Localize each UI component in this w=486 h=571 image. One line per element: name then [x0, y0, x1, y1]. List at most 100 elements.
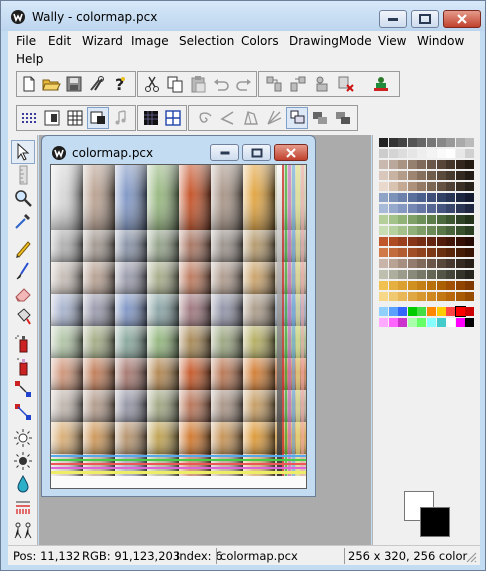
palette-swatch[interactable]	[446, 307, 456, 316]
palette-swatch[interactable]	[417, 171, 427, 180]
palette-swatch[interactable]	[417, 248, 427, 257]
palette-swatch[interactable]	[417, 193, 427, 202]
window-button[interactable]	[87, 107, 109, 129]
sun-tool[interactable]	[12, 427, 34, 449]
palette-swatch[interactable]	[465, 160, 475, 169]
foreground-color-swatch[interactable]	[420, 507, 450, 537]
palette-swatch[interactable]	[388, 171, 398, 180]
palette-swatch[interactable]	[436, 318, 446, 327]
palette-swatch[interactable]	[417, 149, 427, 158]
palette-swatch[interactable]	[465, 318, 475, 327]
palette-swatch[interactable]	[398, 281, 408, 290]
palette-swatch[interactable]	[388, 149, 398, 158]
tools-button[interactable]	[87, 74, 107, 94]
palette-swatch[interactable]	[446, 237, 456, 246]
palette-swatch[interactable]	[417, 204, 427, 213]
palette-swatch[interactable]	[407, 193, 417, 202]
palette-swatch[interactable]	[436, 259, 446, 268]
menu-view[interactable]: View	[378, 34, 406, 48]
palette-swatch[interactable]	[407, 149, 417, 158]
palette-swatch[interactable]	[465, 149, 475, 158]
palette-swatch[interactable]	[379, 193, 388, 202]
palette-swatch[interactable]	[427, 226, 436, 235]
eraser-tool[interactable]	[12, 283, 34, 305]
transform-button[interactable]	[312, 74, 332, 94]
palette-swatch[interactable]	[446, 292, 456, 301]
palette-swatch[interactable]	[379, 281, 388, 290]
palette-swatch[interactable]	[455, 318, 465, 327]
palette-swatch[interactable]	[465, 259, 475, 268]
palette-swatch[interactable]	[379, 149, 388, 158]
palette-swatch[interactable]	[388, 281, 398, 290]
image-canvas[interactable]	[50, 164, 307, 489]
palette-swatch[interactable]	[398, 182, 408, 191]
palette-swatch[interactable]	[455, 292, 465, 301]
swap-colors-tool[interactable]	[12, 378, 34, 400]
palette-swatch[interactable]	[379, 182, 388, 191]
spiral-button[interactable]	[195, 108, 215, 128]
palette-swatch[interactable]	[407, 237, 417, 246]
palette-swatch[interactable]	[388, 270, 398, 279]
palette-swatch[interactable]	[455, 204, 465, 213]
palette-swatch[interactable]	[398, 259, 408, 268]
palette-swatch[interactable]	[455, 138, 465, 147]
child-minimize-button[interactable]	[210, 144, 239, 161]
palette-swatch[interactable]	[379, 237, 388, 246]
palette-swatch[interactable]	[436, 248, 446, 257]
palette-swatch[interactable]	[455, 281, 465, 290]
fan-button[interactable]	[264, 108, 284, 128]
palette-swatch[interactable]	[398, 307, 408, 316]
palette-swatch[interactable]	[455, 182, 465, 191]
palette-swatch[interactable]	[427, 281, 436, 290]
new-file-button[interactable]	[19, 74, 39, 94]
palette-swatch[interactable]	[454, 306, 466, 317]
close-button[interactable]	[443, 10, 481, 28]
palette-swatch[interactable]	[436, 171, 446, 180]
palette-swatch[interactable]	[465, 292, 475, 301]
palette-swatch[interactable]	[388, 237, 398, 246]
spray-plus-tool[interactable]	[12, 355, 34, 377]
palette-swatch[interactable]	[417, 281, 427, 290]
angle-button[interactable]	[218, 108, 238, 128]
palette-swatch[interactable]	[465, 204, 475, 213]
palette-swatch[interactable]	[436, 270, 446, 279]
palette-swatch[interactable]	[427, 193, 436, 202]
palette-swatch[interactable]	[465, 182, 475, 191]
menu-file[interactable]: File	[16, 34, 36, 48]
table-grid-button[interactable]	[65, 108, 85, 128]
palette-swatch[interactable]	[427, 182, 436, 191]
palette-swatch[interactable]	[446, 248, 456, 257]
menu-selection[interactable]: Selection	[179, 34, 234, 48]
palette-swatch[interactable]	[407, 318, 417, 327]
brush-tool[interactable]	[12, 260, 34, 282]
grid-dots-button[interactable]	[19, 108, 39, 128]
palette-swatch[interactable]	[465, 171, 475, 180]
fountain-tool[interactable]	[12, 496, 34, 518]
palette-swatch[interactable]	[379, 292, 388, 301]
palette-swatch[interactable]	[427, 307, 436, 316]
palette-swatch[interactable]	[465, 307, 475, 316]
child-maximize-button[interactable]	[242, 144, 271, 161]
palette-swatch[interactable]	[379, 160, 388, 169]
palette-swatch[interactable]	[398, 215, 408, 224]
palette-swatch[interactable]	[379, 138, 388, 147]
palette-swatch[interactable]	[427, 270, 436, 279]
palette-swatch[interactable]	[388, 248, 398, 257]
palette-swatch[interactable]	[465, 193, 475, 202]
sun-outline-tool[interactable]	[12, 450, 34, 472]
palette-swatch[interactable]	[455, 248, 465, 257]
palette-swatch[interactable]	[388, 204, 398, 213]
palette-swatch[interactable]	[427, 215, 436, 224]
palette-swatch[interactable]	[455, 215, 465, 224]
palette-swatch[interactable]	[417, 270, 427, 279]
palette-swatch[interactable]	[427, 149, 436, 158]
shape-button[interactable]	[241, 108, 261, 128]
palette-swatch[interactable]	[388, 160, 398, 169]
palette-swatch[interactable]	[407, 307, 417, 316]
resize-grip-icon[interactable]	[463, 549, 477, 563]
mode-one-button[interactable]	[286, 107, 308, 129]
dark-grid-button[interactable]	[141, 108, 161, 128]
palette-swatch[interactable]	[427, 237, 436, 246]
palette-swatch[interactable]	[379, 270, 388, 279]
palette-swatch[interactable]	[446, 193, 456, 202]
